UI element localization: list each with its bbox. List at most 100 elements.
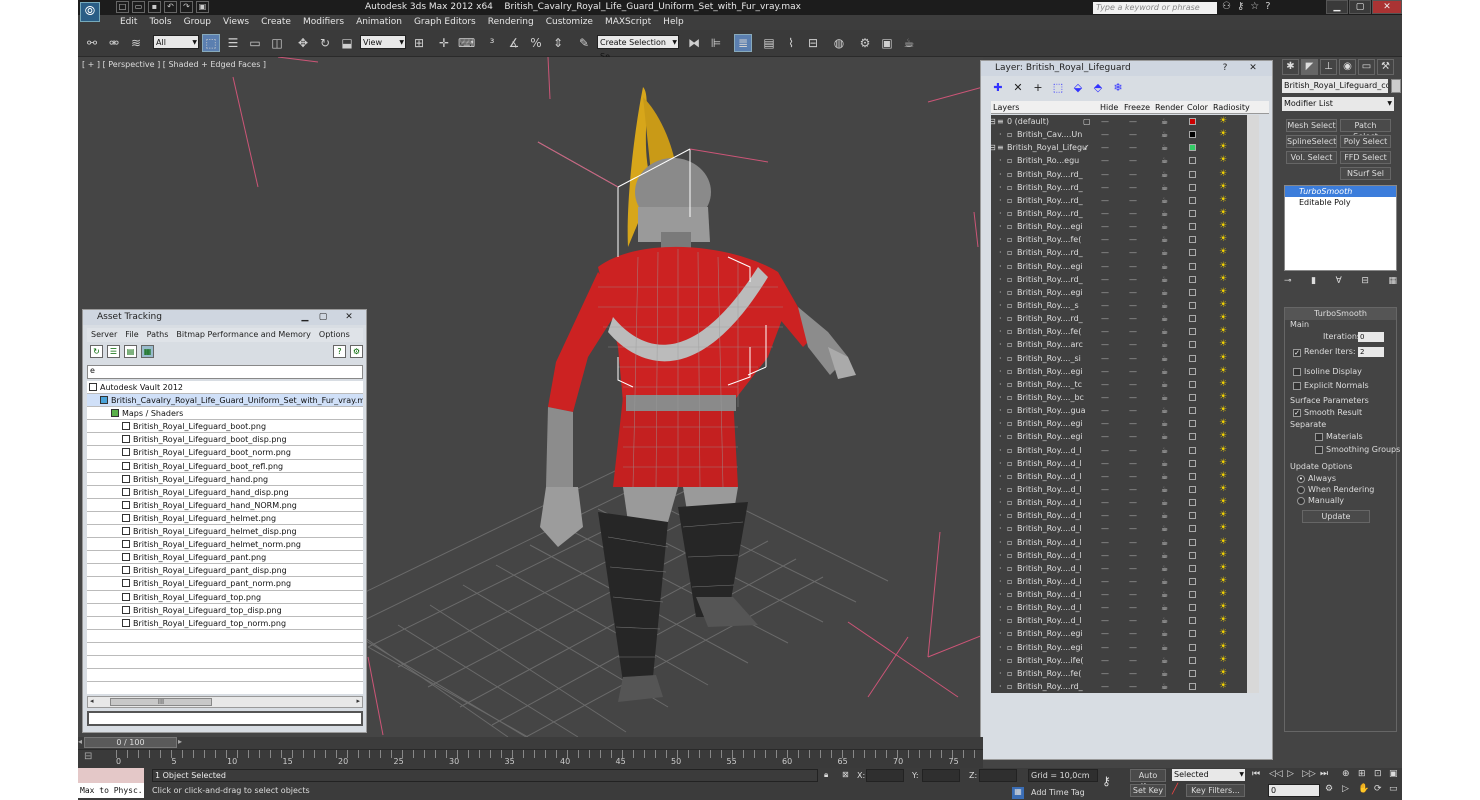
- layer-name[interactable]: British_Ro...egu: [1017, 154, 1079, 167]
- render-teapot-icon[interactable]: ☕: [1161, 141, 1168, 154]
- layer-row[interactable]: · ▫ British_Roy...._tc — — ☕ ☀: [991, 378, 1247, 391]
- keyboard-shortcut-icon[interactable]: ⌨: [457, 34, 475, 52]
- radiosity-icon[interactable]: ☀: [1219, 417, 1227, 430]
- select-manipulate-icon[interactable]: ✛: [435, 34, 453, 52]
- asset-tree-row[interactable]: British_Royal_Lifeguard_helmet.png: [87, 512, 363, 526]
- layer-row[interactable]: · ▫ British_Roy....gua — — ☕ ☀: [991, 404, 1247, 417]
- layer-row[interactable]: · ▫ British_Roy....egi — — ☕ ☀: [991, 627, 1247, 640]
- hide-toggle[interactable]: —: [1101, 365, 1109, 378]
- time-slider-thumb[interactable]: 0 / 100: [84, 737, 177, 748]
- freeze-toggle[interactable]: —: [1129, 641, 1137, 654]
- col-color[interactable]: Color: [1187, 101, 1208, 114]
- zoom-extents-icon[interactable]: ⊡: [1374, 769, 1382, 779]
- select-by-name-icon[interactable]: ☰: [224, 34, 242, 52]
- smooth-result-checkbox[interactable]: ✓: [1293, 409, 1301, 417]
- asset-tree-row[interactable]: [87, 630, 363, 643]
- render-teapot-icon[interactable]: ☕: [1161, 549, 1168, 562]
- asset-menu-bitmap[interactable]: Bitmap Performance and Memory: [172, 328, 315, 342]
- render-teapot-icon[interactable]: ☕: [1161, 115, 1168, 128]
- layer-name[interactable]: British_Roy...._tc: [1017, 378, 1082, 391]
- expand-icon[interactable]: ⊟: [991, 115, 996, 128]
- spinner-snap-icon[interactable]: ⇕: [549, 34, 567, 52]
- asset-tree-row[interactable]: British_Royal_Lifeguard_hand_NORM.png: [87, 499, 363, 512]
- freeze-toggle[interactable]: —: [1129, 457, 1137, 470]
- asset-tree-row[interactable]: British_Royal_Lifeguard_top_disp.png: [87, 604, 363, 617]
- layer-name[interactable]: British_Roy....egi: [1017, 627, 1083, 640]
- layer-color-swatch[interactable]: [1189, 656, 1196, 664]
- layer-color-swatch[interactable]: [1189, 577, 1196, 585]
- menu-create[interactable]: Create: [255, 15, 297, 30]
- next-frame-icon[interactable]: ▷▷: [1302, 769, 1316, 779]
- goto-start-icon[interactable]: ⏮: [1252, 769, 1260, 779]
- vol-select-button[interactable]: Vol. Select: [1286, 151, 1337, 164]
- stack-item-turbosmooth[interactable]: TurboSmooth: [1285, 186, 1396, 197]
- named-selection-dropdown[interactable]: Create Selection Se: [597, 35, 679, 61]
- radiosity-icon[interactable]: ☀: [1219, 549, 1227, 562]
- layer-name[interactable]: British_Roy....egi: [1017, 417, 1083, 430]
- patch-select-button[interactable]: Patch Select: [1340, 119, 1391, 141]
- freeze-toggle[interactable]: —: [1129, 562, 1137, 575]
- radiosity-icon[interactable]: ☀: [1219, 378, 1227, 391]
- render-teapot-icon[interactable]: ☕: [1161, 168, 1168, 181]
- radiosity-icon[interactable]: ☀: [1219, 536, 1227, 549]
- snap-toggle-icon[interactable]: ³: [483, 34, 501, 52]
- layer-row[interactable]: · ▫ British_Roy....rd_ — — ☕ ☀: [991, 680, 1247, 693]
- asset-tree-row[interactable]: [87, 682, 363, 694]
- layer-name[interactable]: British_Roy....rd_: [1017, 194, 1083, 207]
- layer-name[interactable]: British_Roy....d_l: [1017, 562, 1082, 575]
- freeze-toggle[interactable]: —: [1129, 246, 1137, 259]
- layer-name[interactable]: British_Cav....Un: [1017, 128, 1082, 141]
- render-teapot-icon[interactable]: ☕: [1161, 338, 1168, 351]
- hide-toggle[interactable]: —: [1101, 115, 1109, 128]
- radiosity-icon[interactable]: ☀: [1219, 430, 1227, 443]
- maximize-button[interactable]: ▢: [1349, 0, 1371, 14]
- render-teapot-icon[interactable]: ☕: [1161, 509, 1168, 522]
- layer-manager-icon[interactable]: ≣: [734, 34, 752, 52]
- layer-color-swatch[interactable]: [1189, 433, 1196, 441]
- layer-color-swatch[interactable]: [1189, 630, 1196, 638]
- percent-snap-icon[interactable]: %: [527, 34, 545, 52]
- show-end-result-icon[interactable]: ▮: [1311, 276, 1316, 290]
- layer-name[interactable]: British_Roy....d_l: [1017, 509, 1082, 522]
- layer-row[interactable]: ⊟ ≡ British_Royal_Lifegu ✓ — — ☕ ☀: [991, 141, 1247, 154]
- freeze-toggle[interactable]: —: [1129, 444, 1137, 457]
- hide-toggle[interactable]: —: [1101, 220, 1109, 233]
- render-teapot-icon[interactable]: ☕: [1161, 667, 1168, 680]
- layer-color-swatch[interactable]: [1189, 236, 1196, 244]
- layer-color-swatch[interactable]: [1189, 551, 1196, 559]
- radiosity-icon[interactable]: ☀: [1219, 457, 1227, 470]
- radiosity-icon[interactable]: ☀: [1219, 115, 1227, 128]
- app-logo-icon[interactable]: ⦾: [80, 2, 100, 22]
- layer-color-swatch[interactable]: [1189, 512, 1196, 520]
- asset-tree-row[interactable]: British_Royal_Lifeguard_boot_norm.png: [87, 446, 363, 460]
- layer-name[interactable]: British_Roy....d_l: [1017, 549, 1082, 562]
- menu-rendering[interactable]: Rendering: [482, 15, 540, 30]
- layer-row[interactable]: · ▫ British_Roy...._s — — ☕ ☀: [991, 299, 1247, 312]
- layer-color-swatch[interactable]: [1189, 131, 1196, 139]
- radiosity-icon[interactable]: ☀: [1219, 352, 1227, 365]
- layer-color-swatch[interactable]: [1189, 315, 1196, 323]
- layer-row[interactable]: · ▫ British_Roy....fe(— — ☕ ☀: [991, 667, 1247, 680]
- layer-row[interactable]: · ▫ British_Roy....d_l — — ☕ ☀: [991, 614, 1247, 627]
- poly-select-button[interactable]: Poly Select: [1340, 135, 1391, 148]
- render-iters-spinner[interactable]: 2: [1358, 347, 1384, 357]
- create-tab-icon[interactable]: ✱: [1282, 59, 1299, 75]
- layer-row[interactable]: · ▫ British_Roy....d_l — — ☕ ☀: [991, 509, 1247, 522]
- radiosity-icon[interactable]: ☀: [1219, 299, 1227, 312]
- list-view-icon[interactable]: ☰: [107, 345, 120, 358]
- hide-toggle[interactable]: —: [1101, 430, 1109, 443]
- time-config-icon[interactable]: ⚙: [1325, 784, 1333, 794]
- layer-row[interactable]: · ▫ British_Roy...._bc — — ☕ ☀: [991, 391, 1247, 404]
- refresh-icon[interactable]: ↻: [90, 345, 103, 358]
- hide-toggle[interactable]: —: [1101, 194, 1109, 207]
- add-time-tag[interactable]: Add Time Tag: [1031, 788, 1085, 797]
- render-teapot-icon[interactable]: ☕: [1161, 588, 1168, 601]
- play-icon[interactable]: ▷: [1287, 769, 1294, 779]
- radiosity-icon[interactable]: ☀: [1219, 641, 1227, 654]
- layer-row[interactable]: · ▫ British_Roy....d_l — — ☕ ☀: [991, 457, 1247, 470]
- layer-color-swatch[interactable]: [1189, 446, 1196, 454]
- freeze-toggle[interactable]: —: [1129, 273, 1137, 286]
- freeze-toggle[interactable]: —: [1129, 522, 1137, 535]
- layer-color-swatch[interactable]: [1189, 525, 1196, 533]
- render-teapot-icon[interactable]: ☕: [1161, 181, 1168, 194]
